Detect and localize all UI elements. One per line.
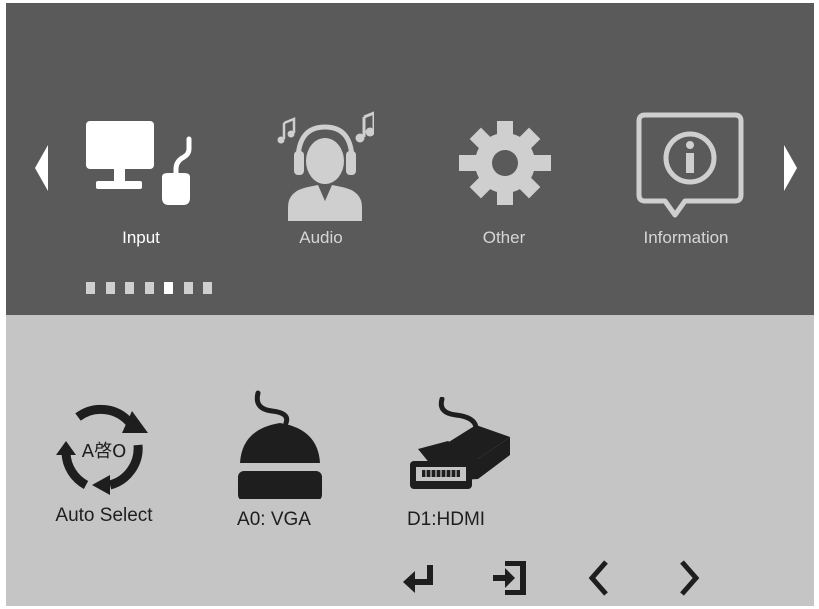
page-dot bbox=[144, 282, 154, 294]
category-bar: Input Audio Other Information bbox=[6, 3, 814, 315]
auto-select-icon-text: A啓O bbox=[82, 441, 126, 462]
tab-other-label: Other bbox=[482, 228, 526, 247]
triangle-right-icon[interactable] bbox=[782, 143, 798, 193]
monitor-input-icon bbox=[86, 121, 192, 205]
page-dot bbox=[105, 282, 115, 294]
tab-input[interactable]: Input bbox=[76, 3, 206, 263]
headphones-person-icon bbox=[277, 111, 374, 221]
chevron-right-icon[interactable] bbox=[676, 559, 702, 597]
enter-icon[interactable] bbox=[401, 563, 437, 593]
option-auto-select-label: Auto Select bbox=[55, 505, 153, 526]
page-dot bbox=[203, 282, 212, 294]
option-vga[interactable]: A0: VGA bbox=[214, 385, 334, 535]
option-auto-select[interactable]: A啓O Auto Select bbox=[42, 385, 166, 535]
page-dot bbox=[164, 282, 173, 294]
tab-information[interactable]: Information bbox=[621, 3, 751, 263]
triangle-left-icon[interactable] bbox=[34, 143, 50, 193]
chevron-left-icon[interactable] bbox=[586, 559, 612, 597]
page-indicator bbox=[86, 282, 223, 295]
tab-information-label: Information bbox=[643, 228, 729, 247]
gear-icon bbox=[459, 121, 551, 205]
auto-select-cycle-icon: A啓O bbox=[56, 404, 148, 495]
option-vga-label: A0: VGA bbox=[237, 509, 311, 530]
input-options-panel: A啓O Auto Select A0: VGA D1:HDMI bbox=[6, 315, 814, 606]
exit-icon[interactable] bbox=[491, 561, 527, 595]
tab-audio-label: Audio bbox=[299, 228, 343, 247]
osd-menu: Input Audio Other Information A啓O Auto S… bbox=[6, 3, 814, 606]
option-hdmi-label: D1:HDMI bbox=[406, 509, 486, 530]
page-dot bbox=[183, 282, 193, 294]
option-hdmi[interactable]: D1:HDMI bbox=[386, 385, 510, 535]
tab-input-label: Input bbox=[122, 228, 160, 247]
vga-connector-icon bbox=[238, 390, 322, 499]
page-dot bbox=[86, 282, 95, 294]
hdmi-connector-icon bbox=[410, 397, 510, 489]
page-dot bbox=[125, 282, 134, 294]
tab-audio[interactable]: Audio bbox=[256, 3, 386, 263]
tab-other[interactable]: Other bbox=[439, 3, 569, 263]
info-speech-bubble-icon bbox=[636, 112, 744, 218]
